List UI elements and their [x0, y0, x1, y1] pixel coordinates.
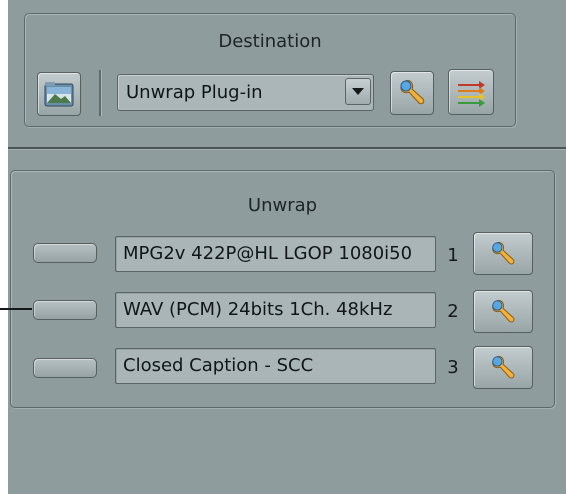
- track-field-1: MPG2v 422P@HL LGOP 1080i50: [115, 236, 436, 272]
- destination-settings-button[interactable]: [390, 71, 434, 115]
- track-connector-2[interactable]: [33, 300, 97, 320]
- destination-plugin-value: Unwrap Plug-in: [126, 82, 263, 103]
- wrench-icon: [492, 241, 515, 264]
- routing-button[interactable]: [448, 69, 494, 115]
- panel-canvas: Destination Unwrap Plug-in Unwrap MPG2v …: [0, 0, 566, 494]
- track-connector-3[interactable]: [33, 358, 97, 378]
- track-2-connection-wire: [0, 308, 32, 310]
- track-settings-button-3[interactable]: [473, 346, 533, 389]
- unwrap-title: Unwrap: [247, 195, 318, 216]
- track-index-2: 2: [447, 301, 459, 322]
- destination-group: Destination Unwrap Plug-in: [24, 13, 516, 127]
- section-divider: [8, 147, 566, 149]
- wrench-icon: [492, 355, 515, 378]
- track-connector-1[interactable]: [33, 243, 97, 263]
- track-index-1: 1: [447, 245, 459, 266]
- folder-image-icon: [44, 82, 74, 107]
- track-index-3: 3: [447, 357, 459, 378]
- chevron-down-icon: [352, 88, 364, 95]
- track-settings-button-1[interactable]: [473, 232, 533, 275]
- toolbar-separator: [99, 70, 101, 116]
- track-field-2: WAV (PCM) 24bits 1Ch. 48kHz: [115, 292, 436, 328]
- browse-destination-button[interactable]: [37, 72, 81, 116]
- dropdown-toggle[interactable]: [345, 78, 371, 105]
- destination-plugin-select[interactable]: Unwrap Plug-in: [117, 74, 374, 111]
- track-field-3: Closed Caption - SCC: [115, 348, 436, 384]
- track-settings-button-2[interactable]: [473, 290, 533, 333]
- routing-arrows-icon: [458, 81, 485, 107]
- unwrap-group: Unwrap MPG2v 422P@HL LGOP 1080i50 1 WAV …: [10, 170, 555, 408]
- wrench-icon: [400, 80, 425, 105]
- destination-title: Destination: [218, 31, 322, 52]
- wrench-icon: [492, 299, 515, 322]
